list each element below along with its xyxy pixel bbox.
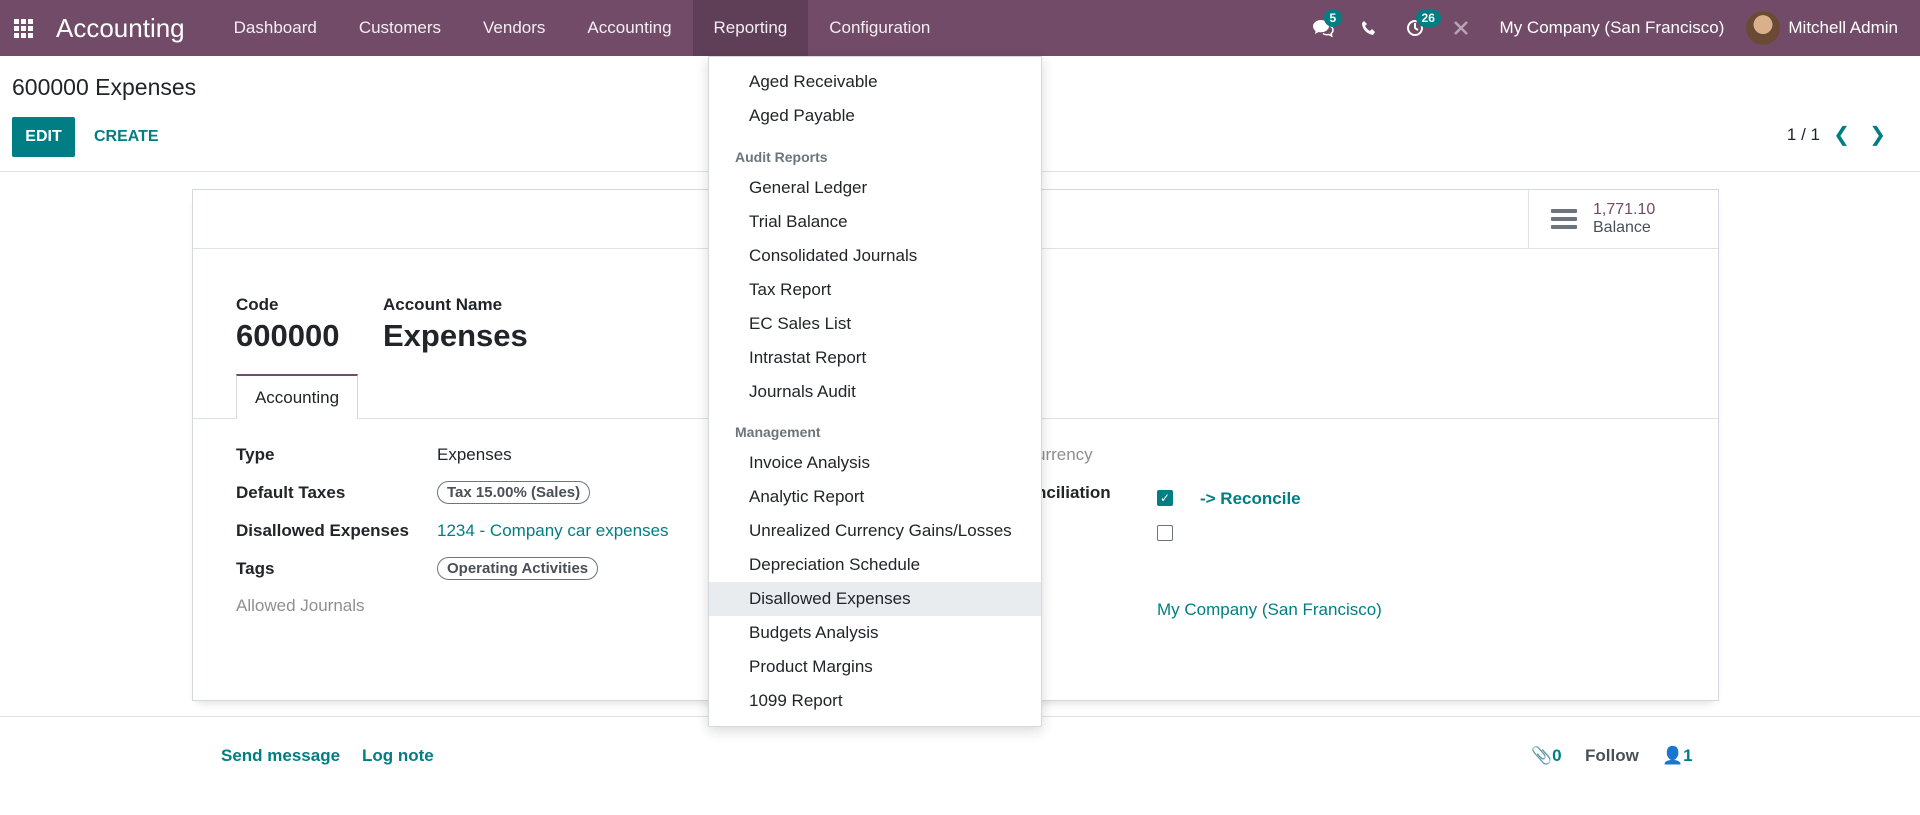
- tax-tag[interactable]: Tax 15.00% (Sales): [437, 481, 591, 504]
- user-icon: 👤: [1662, 746, 1684, 765]
- apps-menu-icon[interactable]: [0, 0, 46, 56]
- menu-item-consolidated-journals[interactable]: Consolidated Journals: [709, 239, 1041, 273]
- reporting-dropdown: Aged Receivable Aged Payable Audit Repor…: [708, 56, 1042, 727]
- messages-icon[interactable]: 5: [1300, 0, 1346, 56]
- menu-vendors[interactable]: Vendors: [462, 0, 566, 56]
- log-note-button[interactable]: Log note: [362, 746, 434, 766]
- breadcrumb: 600000 Expenses: [12, 74, 197, 100]
- menu-reporting[interactable]: Reporting: [692, 0, 809, 56]
- company-link[interactable]: My Company (San Francisco): [1157, 600, 1382, 620]
- menu-item-budgets-analysis[interactable]: Budgets Analysis: [709, 616, 1041, 650]
- menu-item-unrealized-currency[interactable]: Unrealized Currency Gains/Losses: [709, 514, 1041, 548]
- type-label: Type: [236, 445, 275, 464]
- allow-reconciliation-label: nciliation: [1036, 483, 1111, 502]
- tag-operating-activities[interactable]: Operating Activities: [437, 557, 599, 580]
- menu-item-1099-report[interactable]: 1099 Report: [709, 684, 1041, 718]
- menu-item-aged-receivable[interactable]: Aged Receivable: [709, 65, 1041, 99]
- menu-item-general-ledger[interactable]: General Ledger: [709, 171, 1041, 205]
- menu-configuration[interactable]: Configuration: [808, 0, 951, 56]
- pager-value[interactable]: 1 / 1: [1787, 125, 1820, 145]
- menu-item-journals-audit[interactable]: Journals Audit: [709, 375, 1041, 409]
- send-message-button[interactable]: Send message: [221, 746, 340, 766]
- menu-accounting[interactable]: Accounting: [566, 0, 692, 56]
- code-value: 600000: [236, 318, 340, 353]
- user-avatar[interactable]: [1746, 11, 1781, 45]
- messages-badge: 5: [1323, 9, 1343, 27]
- reconcile-link[interactable]: -> Reconcile: [1200, 489, 1301, 509]
- menu-item-intrastat-report[interactable]: Intrastat Report: [709, 341, 1041, 375]
- management-header: Management: [735, 424, 821, 440]
- balance-stat-button[interactable]: 1,771.10 Balance: [1528, 190, 1718, 248]
- tags-label: Tags: [236, 559, 275, 578]
- audit-reports-header: Audit Reports: [735, 149, 828, 165]
- menu-item-trial-balance[interactable]: Trial Balance: [709, 205, 1041, 239]
- menu-item-invoice-analysis[interactable]: Invoice Analysis: [709, 446, 1041, 480]
- followers-count: 1: [1683, 746, 1693, 765]
- menu-item-depreciation-schedule[interactable]: Depreciation Schedule: [709, 548, 1041, 582]
- type-value: Expenses: [437, 445, 512, 464]
- phone-icon[interactable]: [1346, 0, 1392, 56]
- menu-item-aged-payable[interactable]: Aged Payable: [709, 99, 1041, 133]
- balance-label: Balance: [1593, 219, 1651, 236]
- paperclip-icon: 📎: [1531, 746, 1553, 765]
- default-taxes-label: Default Taxes: [236, 483, 346, 502]
- allowed-journals-label: Allowed Journals: [236, 596, 365, 615]
- menu-item-product-margins[interactable]: Product Margins: [709, 650, 1041, 684]
- account-name-label: Account Name: [383, 295, 503, 314]
- balance-value: 1,771.10: [1593, 201, 1656, 218]
- attachments-button[interactable]: 📎0: [1531, 746, 1562, 766]
- bars-icon: [1551, 205, 1577, 233]
- disallowed-expenses-link[interactable]: 1234 - Company car expenses: [437, 521, 669, 541]
- follow-button[interactable]: Follow: [1585, 746, 1639, 766]
- allow-reconciliation-checkbox[interactable]: ✓: [1157, 490, 1173, 506]
- attachments-count: 0: [1552, 746, 1562, 765]
- currency-label: urrency: [1036, 445, 1093, 464]
- debug-tools-icon[interactable]: [1438, 0, 1484, 56]
- company-switcher[interactable]: My Company (San Francisco): [1500, 18, 1725, 38]
- menu-item-ec-sales-list[interactable]: EC Sales List: [709, 307, 1041, 341]
- top-navbar: Accounting Dashboard Customers Vendors A…: [0, 0, 1920, 56]
- edit-button[interactable]: EDIT: [12, 117, 75, 157]
- menu-item-tax-report[interactable]: Tax Report: [709, 273, 1041, 307]
- app-brand[interactable]: Accounting: [56, 13, 185, 44]
- activities-icon[interactable]: 26: [1392, 0, 1441, 56]
- menu-item-disallowed-expenses[interactable]: Disallowed Expenses: [709, 582, 1041, 616]
- disallowed-expenses-label: Disallowed Expenses: [236, 521, 409, 540]
- tab-accounting[interactable]: Accounting: [236, 374, 358, 419]
- pager-next-icon[interactable]: ❯: [1869, 122, 1886, 147]
- menu-dashboard[interactable]: Dashboard: [213, 0, 338, 56]
- followers-button[interactable]: 👤1: [1662, 746, 1693, 766]
- pager-previous-icon[interactable]: ❮: [1833, 122, 1850, 147]
- account-name-value: Expenses: [383, 318, 528, 353]
- user-menu[interactable]: Mitchell Admin: [1788, 18, 1898, 38]
- create-button[interactable]: CREATE: [94, 117, 159, 157]
- deprecated-checkbox[interactable]: [1157, 525, 1173, 541]
- code-label: Code: [236, 295, 279, 314]
- menu-customers[interactable]: Customers: [338, 0, 462, 56]
- menu-item-analytic-report[interactable]: Analytic Report: [709, 480, 1041, 514]
